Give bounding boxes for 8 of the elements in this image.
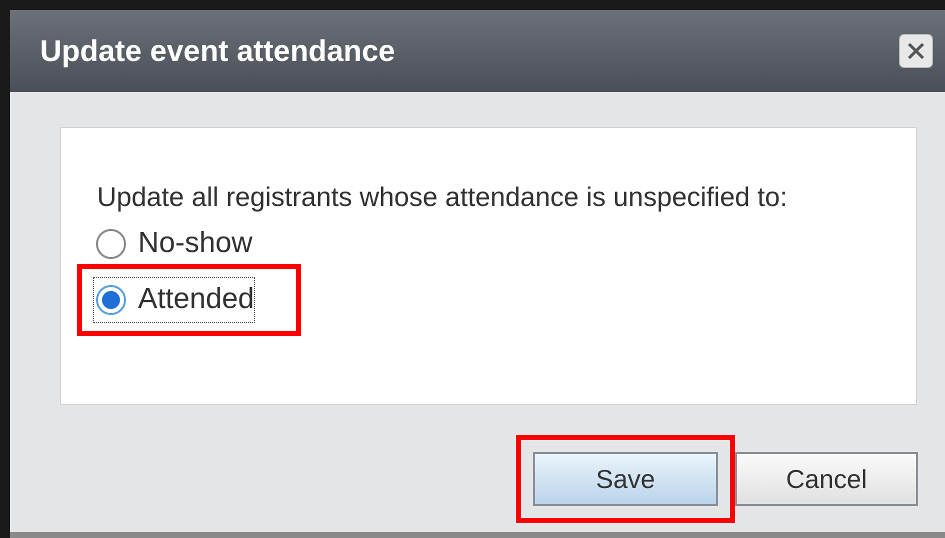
radio-option[interactable]: Attended [94, 278, 254, 322]
close-button[interactable] [899, 34, 933, 68]
save-button[interactable]: Save [533, 452, 718, 506]
radio-option[interactable]: No-show [94, 222, 252, 266]
close-icon [906, 41, 926, 61]
window-title: Update event attendance [40, 34, 396, 70]
cancel-button[interactable]: Cancel [735, 452, 918, 506]
prompt-text: Update all registrants whose attendance is unspecified to: [97, 181, 788, 214]
